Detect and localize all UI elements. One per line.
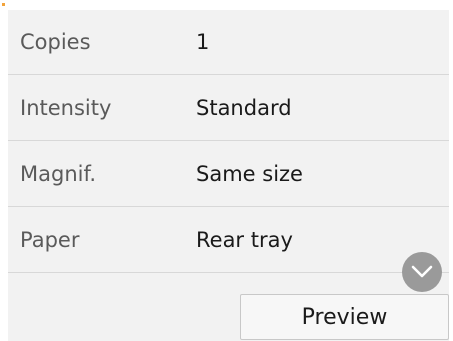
setting-row-magnification[interactable]: Magnif. Same size (8, 142, 449, 207)
setting-value-copies: 1 (196, 30, 210, 54)
setting-row-intensity[interactable]: Intensity Standard (8, 76, 449, 141)
setting-label-intensity: Intensity (20, 96, 112, 120)
setting-row-paper[interactable]: Paper Rear tray (8, 208, 449, 273)
setting-label-magnification: Magnif. (20, 162, 97, 186)
setting-value-paper: Rear tray (196, 228, 293, 252)
setting-value-magnification: Same size (196, 162, 303, 186)
setting-label-copies: Copies (20, 30, 91, 54)
status-indicator-dot (2, 3, 5, 6)
scroll-down-button[interactable] (402, 252, 442, 292)
settings-panel: Copies 1 Intensity Standard Magnif. Same… (8, 10, 449, 341)
preview-button[interactable]: Preview (240, 294, 449, 340)
setting-label-paper: Paper (20, 228, 80, 252)
copy-settings-screen: Copies 1 Intensity Standard Magnif. Same… (0, 0, 453, 341)
setting-row-copies[interactable]: Copies 1 (8, 10, 449, 75)
setting-value-intensity: Standard (196, 96, 292, 120)
chevron-down-icon (411, 265, 433, 278)
